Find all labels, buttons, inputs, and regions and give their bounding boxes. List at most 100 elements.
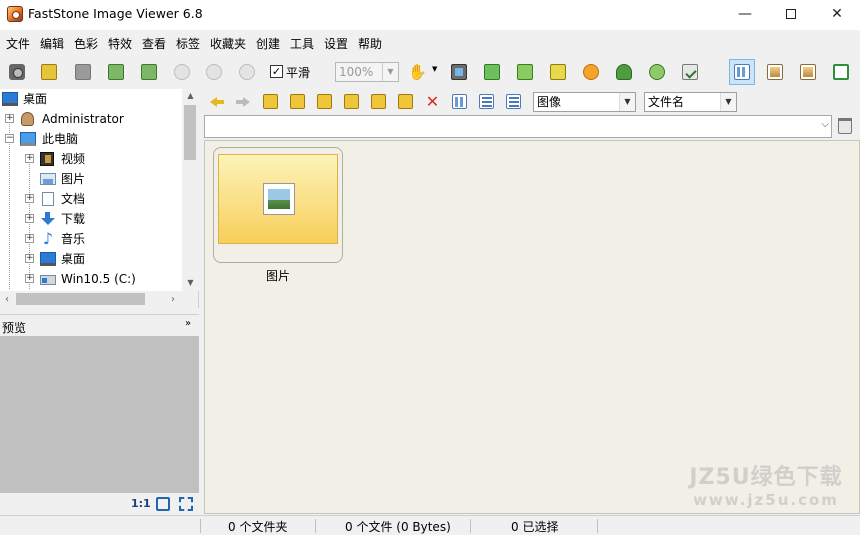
scroll-right-icon[interactable]: › <box>166 291 180 308</box>
menu-tags[interactable]: 标签 <box>176 35 200 52</box>
expand-icon[interactable]: + <box>25 274 34 283</box>
maximize-icon <box>786 9 796 19</box>
new-folder-button[interactable] <box>343 93 361 110</box>
details-mode-button[interactable] <box>505 93 523 110</box>
watermark-url: www.jz5u.com <box>693 491 839 509</box>
open-button[interactable] <box>38 61 60 83</box>
forward-button[interactable] <box>234 93 252 110</box>
scroll-thumb[interactable] <box>16 293 145 305</box>
scroll-left-icon[interactable]: ‹ <box>0 291 14 308</box>
chevron-down-icon[interactable]: ⌵ <box>821 119 829 130</box>
menu-view[interactable]: 查看 <box>142 35 166 52</box>
zoom-in-button[interactable] <box>171 61 193 83</box>
back-button[interactable] <box>208 93 226 110</box>
tree-horizontal-scrollbar[interactable]: ‹ › <box>0 291 199 308</box>
fullscreen-view-icon <box>833 64 849 80</box>
thumbnail-view-button[interactable] <box>729 59 755 85</box>
menu-create[interactable]: 创建 <box>256 35 280 52</box>
next-button[interactable] <box>138 61 160 83</box>
batch-button[interactable] <box>679 61 701 83</box>
chevron-down-icon: ▼ <box>382 63 398 81</box>
zoom-select[interactable]: 100% ▼ <box>335 62 399 82</box>
thumbnail-item[interactable] <box>213 147 343 263</box>
favorites-button[interactable] <box>316 93 334 110</box>
expand-icon[interactable]: + <box>25 194 34 203</box>
delete-button[interactable]: ✕ <box>424 93 442 110</box>
trash-icon[interactable] <box>838 118 852 134</box>
path-input[interactable]: ⌵ <box>204 115 832 138</box>
hand-tool-icon[interactable]: ✋ <box>408 64 427 80</box>
color-balance-button[interactable] <box>547 61 569 83</box>
expand-icon[interactable]: + <box>25 154 34 163</box>
thumbnail-browser[interactable]: 图片 <box>204 140 860 514</box>
move-to-button[interactable] <box>397 93 415 110</box>
actual-size-button[interactable]: 1:1 <box>131 497 151 510</box>
window-title: FastStone Image Viewer 6.8 <box>28 6 203 21</box>
expand-icon[interactable]: + <box>25 254 34 263</box>
acquire-button[interactable] <box>6 61 28 83</box>
fullscreen-icon[interactable] <box>179 497 193 511</box>
close-button[interactable]: ✕ <box>814 0 860 30</box>
slideshow-icon <box>451 64 467 80</box>
fullscreen-view-button[interactable] <box>828 59 854 85</box>
folder-tree: 桌面 + Administrator − 此电脑 + 视频 图片 + 文档 + … <box>0 89 199 291</box>
menu-edit[interactable]: 编辑 <box>40 35 64 52</box>
sort-select[interactable]: 文件名 ▼ <box>644 92 737 112</box>
file-filter-select[interactable]: 图像 ▼ <box>533 92 636 112</box>
filter-value: 图像 <box>537 95 562 109</box>
scroll-down-icon[interactable]: ▼ <box>182 276 199 290</box>
folder-up-icon <box>263 94 278 109</box>
tree-vertical-scrollbar[interactable]: ▲ ▼ <box>182 89 199 291</box>
tree-item-label: 此电脑 <box>42 132 79 146</box>
maximize-button[interactable] <box>768 0 814 30</box>
details-icon <box>506 94 521 109</box>
list-mode-button[interactable] <box>478 93 496 110</box>
crop-button[interactable] <box>514 61 536 83</box>
expand-icon[interactable]: + <box>25 214 34 223</box>
preview-view-button[interactable] <box>762 59 788 85</box>
menu-effects[interactable]: 特效 <box>108 35 132 52</box>
zoom-out-button[interactable] <box>203 61 225 83</box>
thumbnail-label[interactable]: 图片 <box>213 267 343 284</box>
save-button[interactable] <box>72 61 94 83</box>
desktop-icon <box>40 252 56 266</box>
collapse-icon[interactable]: » <box>185 318 191 329</box>
collapse-icon[interactable]: − <box>5 134 14 143</box>
resize-button[interactable] <box>481 61 503 83</box>
menu-tools[interactable]: 工具 <box>290 35 314 52</box>
previous-button[interactable] <box>105 61 127 83</box>
picture-icon <box>263 183 295 215</box>
smooth-label: 平滑 <box>286 66 311 80</box>
menu-help[interactable]: 帮助 <box>358 35 382 52</box>
actual-size-button[interactable] <box>236 61 258 83</box>
undo-button[interactable] <box>646 61 668 83</box>
menu-favorites[interactable]: 收藏夹 <box>210 35 246 52</box>
computer-icon <box>20 132 36 146</box>
menu-settings[interactable]: 设置 <box>324 35 348 52</box>
tree-item-label: 视频 <box>61 152 86 166</box>
scroll-thumb[interactable] <box>184 105 196 160</box>
fit-window-icon[interactable] <box>156 497 170 511</box>
chevron-down-icon[interactable]: ▼ <box>432 65 437 73</box>
scroll-up-icon[interactable]: ▲ <box>182 89 199 103</box>
copy-to-button[interactable] <box>370 93 388 110</box>
refresh-button[interactable] <box>289 93 307 110</box>
browser-view-button[interactable] <box>795 59 821 85</box>
next-icon <box>141 64 157 80</box>
undo-icon <box>649 64 665 80</box>
menu-file[interactable]: 文件 <box>6 35 30 52</box>
parent-folder-button[interactable] <box>262 93 280 110</box>
slideshow-button[interactable] <box>448 61 470 83</box>
lighting-button[interactable] <box>580 61 602 83</box>
expand-icon[interactable]: + <box>25 234 34 243</box>
thumbnails-mode-button[interactable] <box>451 93 469 110</box>
smooth-checkbox[interactable]: ✓ <box>270 65 283 78</box>
tree-item-label: 文档 <box>61 192 86 206</box>
delete-icon: ✕ <box>425 92 440 111</box>
red-eye-icon <box>616 64 632 80</box>
preview-pane <box>0 336 199 493</box>
red-eye-button[interactable] <box>613 61 635 83</box>
menu-color[interactable]: 色彩 <box>74 35 98 52</box>
expand-icon[interactable]: + <box>5 114 14 123</box>
minimize-button[interactable]: — <box>722 0 768 30</box>
